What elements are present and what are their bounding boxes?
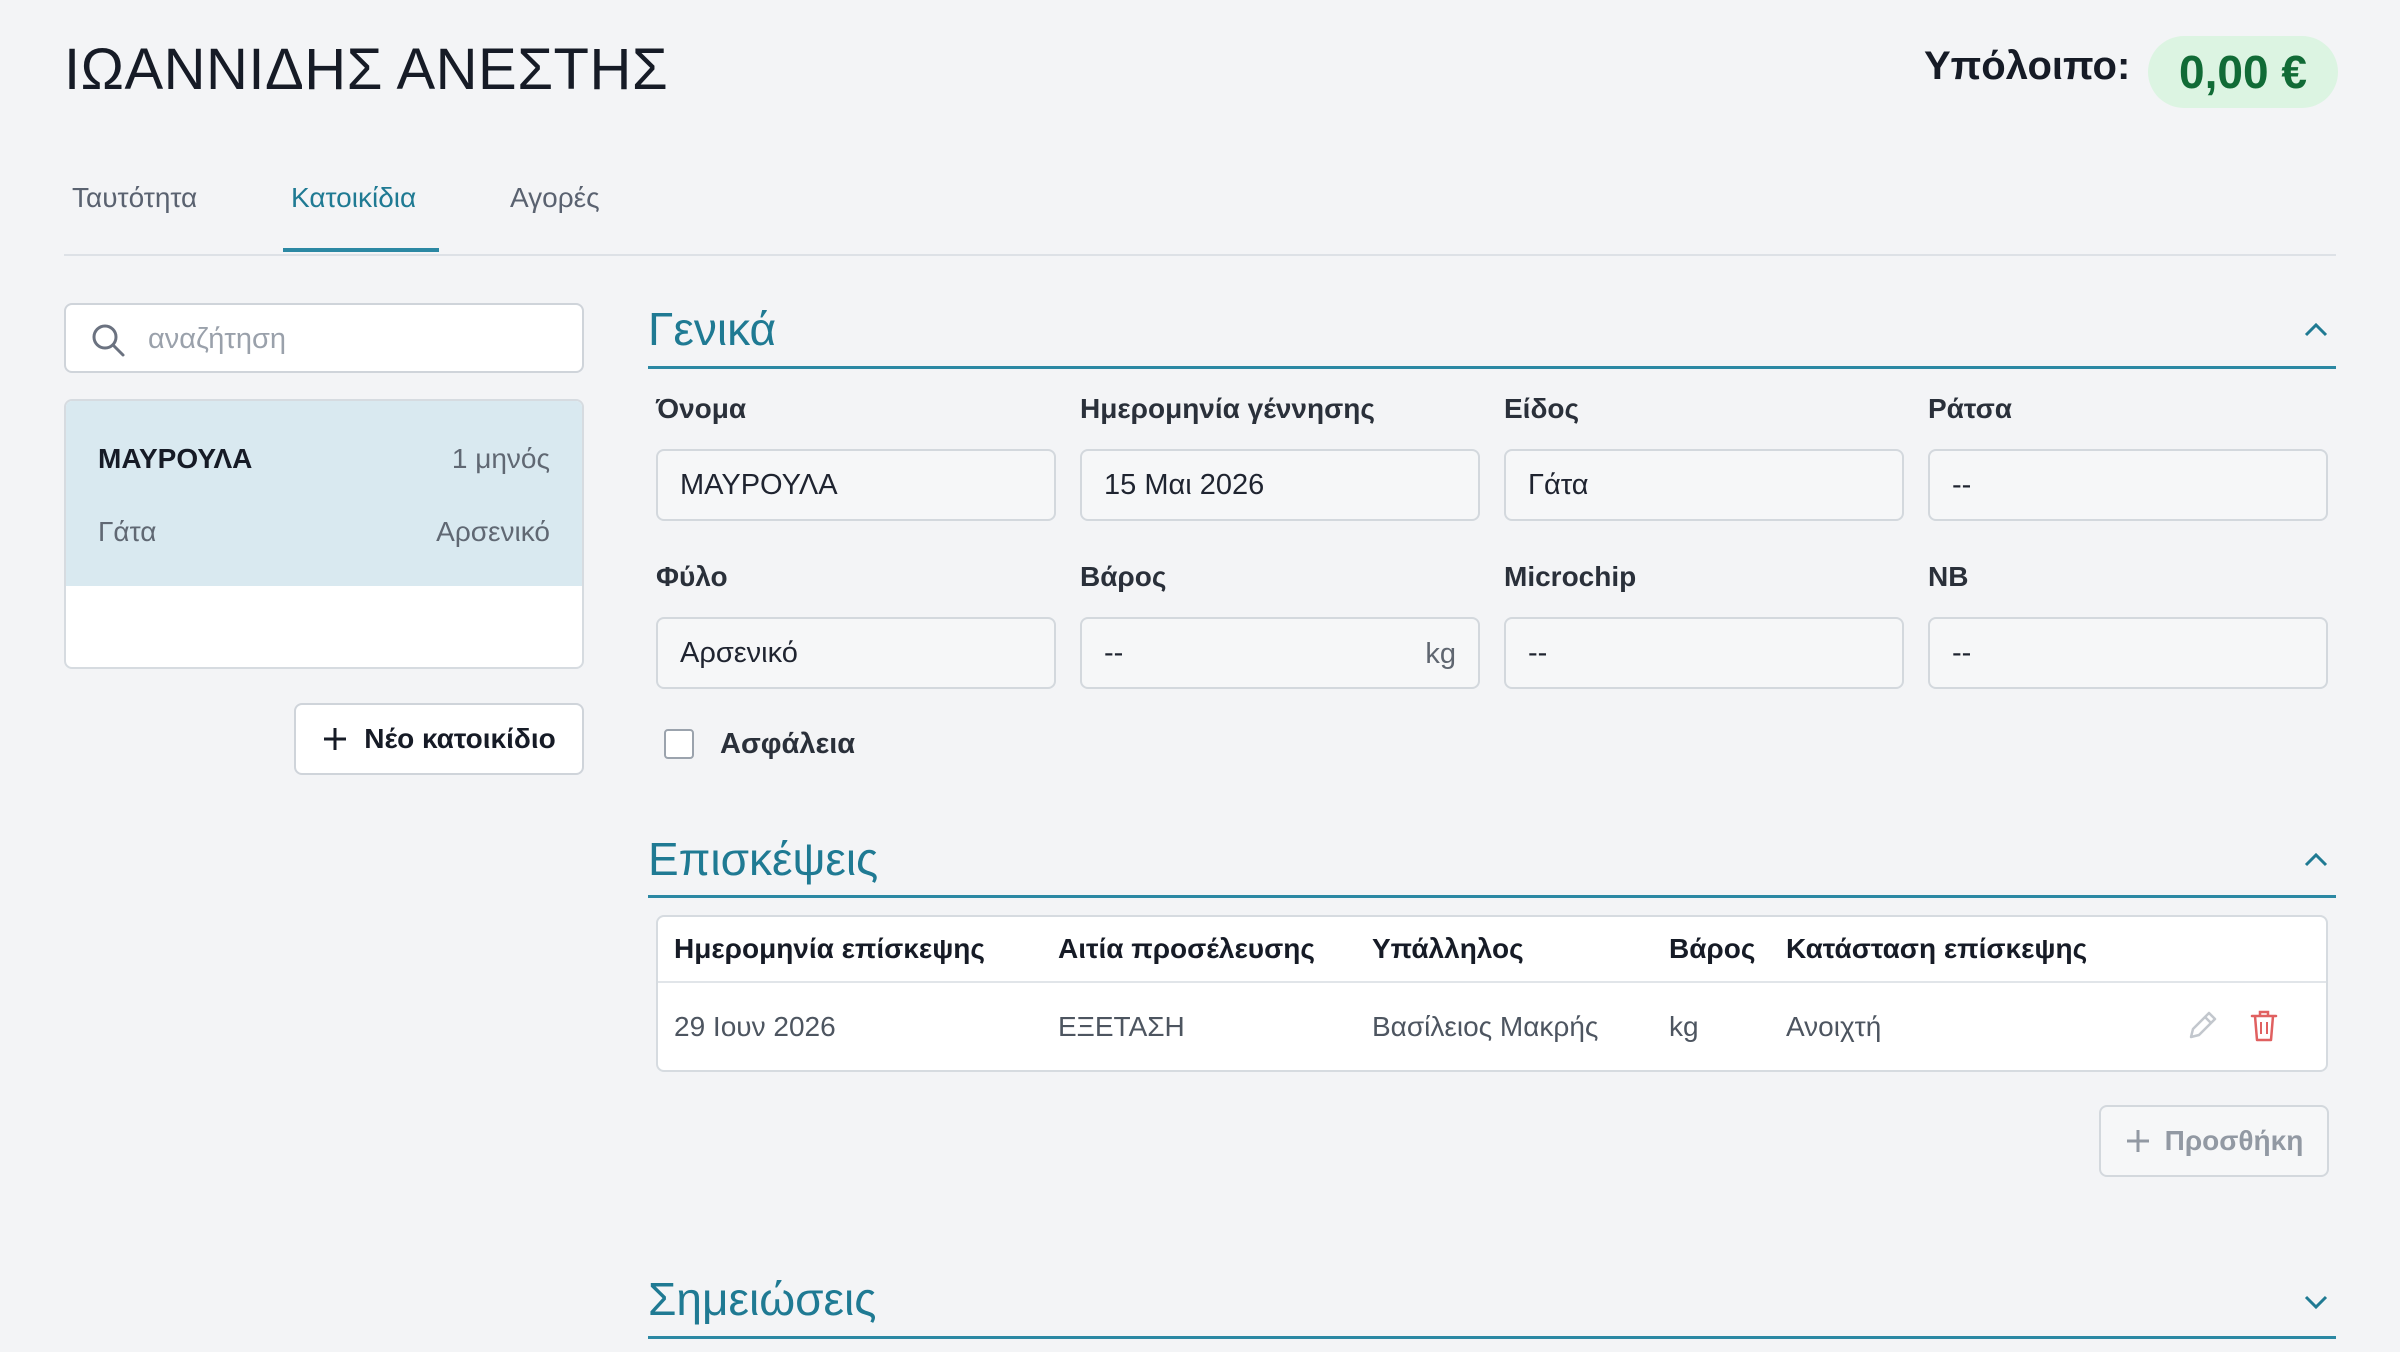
field-label-birthdate: Ημερομηνία γέννησης <box>1080 393 1375 424</box>
active-tab-indicator <box>283 248 439 252</box>
search-input[interactable] <box>146 315 570 363</box>
visit-reason: ΕΞΕΤΑΣΗ <box>1058 1011 1185 1042</box>
tab-identity[interactable]: Ταυτότητα <box>72 182 197 214</box>
visits-table: Ημερομηνία επίσκεψης Αιτία προσέλευσης Υ… <box>656 915 2328 1072</box>
section-divider <box>648 895 2336 898</box>
pet-search <box>64 303 584 373</box>
chevron-up-icon[interactable] <box>2302 850 2330 870</box>
section-title-general: Γενικά <box>648 303 777 355</box>
weight-field[interactable]: -- kg <box>1080 617 1480 689</box>
new-pet-label: Νέο κατοικίδιο <box>364 723 556 754</box>
microchip-field[interactable]: -- <box>1504 617 1904 689</box>
section-divider <box>648 366 2336 369</box>
pet-sex: Αρσενικό <box>436 516 550 547</box>
pet-list-item[interactable]: ΜΑΥΡΟΥΛΑ 1 μηνός Γάτα Αρσενικό <box>66 401 582 586</box>
new-pet-button[interactable]: Νέο κατοικίδιο <box>294 703 584 775</box>
section-title-notes: Σημειώσεις <box>648 1273 877 1325</box>
field-label-breed: Ράτσα <box>1928 393 2012 424</box>
field-label-microchip: Microchip <box>1504 561 1637 592</box>
section-title-visits: Επισκέψεις <box>648 833 879 885</box>
field-label-sex: Φύλο <box>656 561 728 592</box>
pet-age: 1 μηνός <box>451 443 550 474</box>
balance-badge: 0,00 € <box>2148 36 2338 108</box>
visit-employee: Βασίλειος Μακρής <box>1372 1011 1599 1042</box>
chevron-up-icon[interactable] <box>2302 320 2330 340</box>
pet-species: Γάτα <box>98 516 157 547</box>
chevron-down-icon[interactable] <box>2302 1292 2330 1312</box>
trash-icon[interactable] <box>2249 1009 2279 1043</box>
species-field[interactable]: Γάτα <box>1504 449 1904 521</box>
pencil-icon[interactable] <box>2185 1009 2219 1043</box>
tab-pets[interactable]: Κατοικίδια <box>291 182 416 214</box>
table-divider <box>658 981 2326 983</box>
column-header: Αιτία προσέλευσης <box>1058 933 1315 964</box>
insurance-label: Ασφάλεια <box>720 728 856 760</box>
column-header: Ημερομηνία επίσκεψης <box>674 933 985 964</box>
plus-icon <box>324 728 347 750</box>
client-name: ΙΩΑΝΝΙΔΗΣ ΑΝΕΣΤΗΣ <box>64 37 669 102</box>
add-visit-button[interactable]: Προσθήκη <box>2099 1105 2329 1177</box>
balance-label: Υπόλοιπο: <box>1924 44 2131 88</box>
column-header: Βάρος <box>1669 933 1756 964</box>
visit-date: 29 Ιουν 2026 <box>674 1011 836 1042</box>
weight-unit: kg <box>1425 638 1456 670</box>
nb-field[interactable]: -- <box>1928 617 2328 689</box>
plus-icon <box>2126 1130 2149 1152</box>
search-icon <box>92 324 125 357</box>
name-field[interactable]: ΜΑΥΡΟΥΛΑ <box>656 449 1056 521</box>
pet-list: ΜΑΥΡΟΥΛΑ 1 μηνός Γάτα Αρσενικό <box>64 399 584 669</box>
insurance-checkbox[interactable] <box>664 729 694 759</box>
field-label-species: Είδος <box>1504 393 1580 424</box>
tab-bar: Ταυτότητα Κατοικίδια Αγορές <box>64 160 2336 256</box>
sex-field[interactable]: Αρσενικό <box>656 617 1056 689</box>
section-divider <box>648 1336 2336 1339</box>
visit-status: Ανοιχτή <box>1786 1011 1882 1042</box>
column-header: Υπάλληλος <box>1372 933 1524 964</box>
visit-weight: kg <box>1669 1011 1699 1042</box>
add-visit-label: Προσθήκη <box>2164 1125 2304 1156</box>
field-label-name: Όνομα <box>656 393 747 424</box>
column-header: Κατάσταση επίσκεψης <box>1786 933 2088 964</box>
field-label-nb: NB <box>1928 561 1969 592</box>
breed-field[interactable]: -- <box>1928 449 2328 521</box>
field-label-weight: Βάρος <box>1080 561 1167 592</box>
pet-name: ΜΑΥΡΟΥΛΑ <box>98 443 253 474</box>
weight-value: -- <box>1104 636 1124 669</box>
birthdate-field[interactable]: 15 Μαι 2026 <box>1080 449 1480 521</box>
tab-purchases[interactable]: Αγορές <box>510 182 600 214</box>
